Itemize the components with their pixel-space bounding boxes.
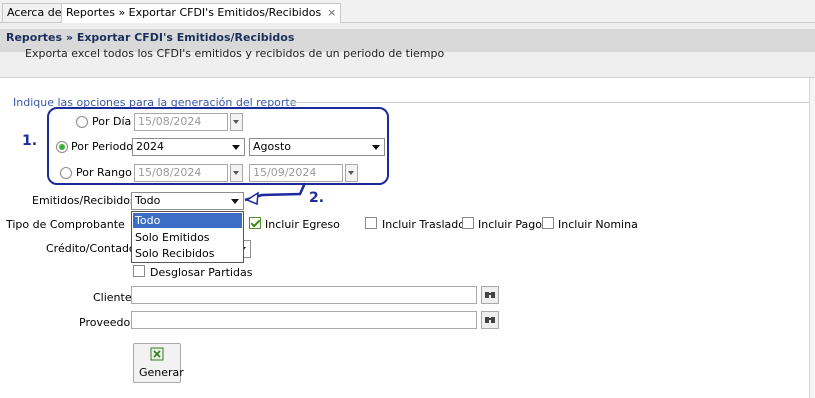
radio-por-dia[interactable] xyxy=(76,116,88,128)
chevron-down-icon xyxy=(231,199,239,204)
por-rango-label: Por Rango xyxy=(76,166,132,179)
rango-to-field[interactable]: 15/09/2024 xyxy=(249,164,343,182)
tipo-comprobante-label: Tipo de Comprobante xyxy=(6,218,125,231)
incluir-nomina-checkbox[interactable] xyxy=(542,217,554,229)
binoculars-icon xyxy=(485,292,495,298)
rango-from-field[interactable]: 15/08/2024 xyxy=(134,164,228,182)
incluir-nomina-label: Incluir Nomina xyxy=(558,218,638,231)
option-solo-recibidos[interactable]: Solo Recibidos xyxy=(133,246,242,261)
cliente-input[interactable] xyxy=(131,286,477,304)
cliente-search-button[interactable] xyxy=(481,286,499,304)
credito-contado-label: Crédito/Contado xyxy=(46,242,136,255)
incluir-egreso-checkbox[interactable] xyxy=(249,217,261,229)
rango-to-button[interactable] xyxy=(345,164,358,182)
binoculars-icon xyxy=(485,317,495,323)
generar-label: Generar xyxy=(139,366,184,379)
emitidos-recibidos-label: Emitidos/Recibidos xyxy=(32,194,136,207)
generar-button[interactable]: Generar xyxy=(133,343,184,383)
proveedor-input[interactable] xyxy=(131,311,477,329)
desglosar-partidas-checkbox[interactable] xyxy=(133,265,145,277)
por-dia-date-field[interactable]: 15/08/2024 xyxy=(134,113,228,131)
rango-from-button[interactable] xyxy=(230,164,243,182)
annotation-label-2: 2. xyxy=(309,190,325,206)
cliente-label: Cliente xyxy=(93,291,132,304)
option-solo-emitidos[interactable]: Solo Emitidos xyxy=(133,230,242,245)
proveedor-label: Proveedor xyxy=(79,316,135,329)
incluir-pago-label: Incluir Pago xyxy=(478,218,542,231)
periodo-month-select[interactable]: Agosto xyxy=(249,138,385,156)
incluir-pago-checkbox[interactable] xyxy=(462,217,474,229)
emitidos-recibidos-select[interactable]: Todo xyxy=(131,192,244,210)
chevron-down-icon xyxy=(232,145,240,150)
incluir-egreso-label: Incluir Egreso xyxy=(265,218,340,231)
chevron-down-icon xyxy=(372,145,380,150)
incluir-traslado-checkbox[interactable] xyxy=(365,217,377,229)
periodo-year-select[interactable]: 2024 xyxy=(132,138,245,156)
por-dia-date-button[interactable] xyxy=(230,113,243,131)
radio-por-rango[interactable] xyxy=(60,167,72,179)
annotation-label-1: 1. xyxy=(22,133,38,149)
radio-por-periodo[interactable] xyxy=(56,141,68,153)
desglosar-partidas-label: Desglosar Partidas xyxy=(150,266,253,279)
option-todo[interactable]: Todo xyxy=(133,213,242,228)
excel-icon xyxy=(150,347,164,361)
proveedor-search-button[interactable] xyxy=(481,311,499,329)
por-periodo-label: Por Periodo xyxy=(71,140,134,153)
incluir-traslado-label: Incluir Traslado xyxy=(382,218,465,231)
emitidos-recibidos-dropdown: Todo Solo Emitidos Solo Recibidos xyxy=(131,211,244,263)
por-dia-label: Por Día xyxy=(92,115,132,128)
